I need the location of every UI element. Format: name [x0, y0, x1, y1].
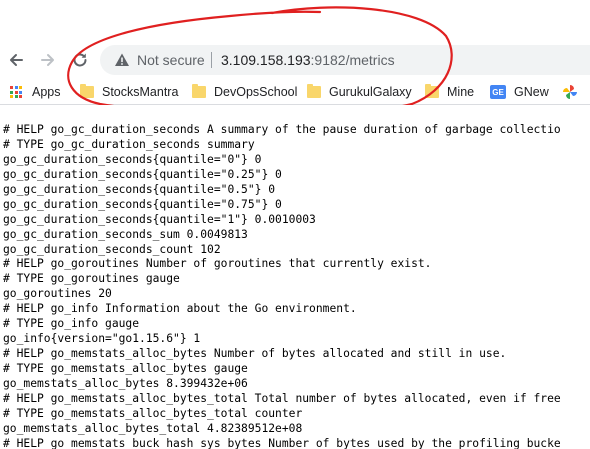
metric-line: go_gc_duration_seconds{quantile="0.75"} …	[3, 197, 282, 211]
metric-line: # HELP go_memstats_buck_hash_sys_bytes N…	[3, 436, 561, 449]
bookmark-stocksmantra[interactable]: StocksMantra	[80, 82, 178, 102]
warning-icon[interactable]	[114, 52, 130, 68]
bookmark-label: StocksMantra	[102, 85, 179, 99]
metric-line: go_info{version="go1.15.6"} 1	[3, 332, 201, 346]
url-separator	[211, 52, 212, 68]
bookmark-gnews[interactable]: GE GNew	[490, 82, 549, 102]
bookmark-gurukulgalaxy[interactable]: GurukulGalaxy	[307, 82, 412, 102]
bookmark-label: Apps	[32, 85, 61, 99]
pinwheel-icon	[563, 85, 577, 99]
folder-icon	[425, 84, 439, 98]
metric-line: go_memstats_alloc_bytes_total 4.82389512…	[3, 421, 303, 435]
metric-line: # TYPE go_info gauge	[3, 317, 140, 331]
bookmark-overflow[interactable]	[562, 82, 578, 102]
folder-icon	[192, 84, 206, 98]
metric-line: # HELP go_info Information about the Go …	[3, 302, 357, 316]
url-host: 3.109.158.193	[221, 52, 311, 68]
metric-line: # HELP go_memstats_alloc_bytes_total Tot…	[3, 391, 561, 405]
metric-line: # TYPE go_memstats_alloc_bytes_total cou…	[3, 406, 303, 420]
bookmark-apps[interactable]: Apps	[10, 82, 61, 102]
metric-line: go_gc_duration_seconds{quantile="0"} 0	[3, 152, 262, 166]
metric-line: # TYPE go_gc_duration_seconds summary	[3, 137, 255, 151]
metric-line: # HELP go_goroutines Number of goroutine…	[3, 257, 432, 271]
arrow-right-icon	[41, 54, 54, 66]
folder-icon	[307, 84, 321, 98]
metric-line: # HELP go_gc_duration_seconds A summary …	[3, 123, 561, 136]
bookmark-label: Mine	[447, 85, 475, 99]
page-content: # HELP go_gc_duration_seconds A summary …	[0, 105, 590, 449]
metrics-text: # HELP go_gc_duration_seconds A summary …	[0, 105, 590, 449]
apps-grid-icon	[10, 86, 22, 98]
url-text[interactable]: 3.109.158.193:9182/metrics	[221, 51, 395, 69]
reload-icon	[73, 53, 87, 67]
arrow-left-icon	[10, 54, 23, 66]
url-path: :9182/metrics	[310, 52, 395, 68]
bookmark-mine[interactable]: Mine	[425, 82, 474, 102]
not-secure-label[interactable]: Not secure	[137, 51, 205, 69]
metric-line: go_gc_duration_seconds{quantile="0.5"} 0	[3, 182, 276, 196]
metric-line: go_goroutines 20	[3, 287, 112, 301]
bookmark-devopsschool[interactable]: DevOpsSchool	[192, 82, 297, 102]
metric-line: # HELP go_memstats_alloc_bytes Number of…	[3, 347, 507, 361]
metric-line: go_gc_duration_seconds{quantile="1"} 0.0…	[3, 212, 316, 226]
metric-line: go_gc_duration_seconds_sum 0.0049813	[3, 227, 248, 241]
folder-icon	[80, 84, 94, 98]
metric-line: go_gc_duration_seconds_count 102	[3, 242, 221, 256]
bookmarks-bar: Apps StocksMantra DevOpsSchool GurukulGa…	[0, 79, 590, 105]
forward-button[interactable]	[36, 49, 60, 71]
bookmark-label: GurukulGalaxy	[329, 85, 412, 99]
google-news-icon: GE	[490, 85, 506, 99]
metric-line: go_gc_duration_seconds{quantile="0.25"} …	[3, 167, 282, 181]
metric-line: go_memstats_alloc_bytes 8.399432e+06	[3, 376, 248, 390]
address-bar[interactable]: Not secure 3.109.158.193:9182/metrics	[100, 45, 590, 75]
bookmark-label: GNew	[514, 85, 549, 99]
metric-line: # TYPE go_goroutines gauge	[3, 272, 180, 286]
browser-toolbar: Not secure 3.109.158.193:9182/metrics	[0, 0, 590, 79]
reload-button[interactable]	[68, 49, 92, 71]
back-button[interactable]	[4, 49, 28, 71]
bookmark-label: DevOpsSchool	[214, 85, 298, 99]
metric-line: # TYPE go_memstats_alloc_bytes gauge	[3, 362, 248, 375]
